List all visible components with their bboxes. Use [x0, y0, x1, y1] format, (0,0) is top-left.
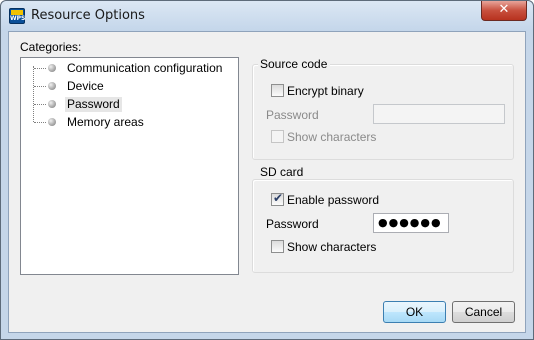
tree-item-memory-areas[interactable]: Memory areas	[21, 114, 238, 132]
title-bar[interactable]: WPS Resource Options ✕	[1, 1, 533, 31]
bullet-icon	[48, 100, 56, 108]
sd-show-characters-label: Show characters	[287, 240, 377, 254]
sd-card-group-title: SD card	[258, 165, 307, 179]
tree-item-device[interactable]: Device	[21, 78, 238, 96]
app-icon-text: WPS	[10, 15, 26, 22]
tree-item-label: Password	[65, 97, 122, 112]
tree-item-label: Memory areas	[67, 115, 144, 129]
close-button[interactable]: ✕	[481, 1, 527, 21]
dialog-client-area: Categories: Communication configuration …	[8, 31, 526, 333]
bullet-icon	[48, 118, 56, 126]
tree-branch-line	[34, 104, 46, 105]
enable-password-checkbox[interactable]: ✔	[271, 191, 284, 206]
window-title: Resource Options	[31, 8, 145, 23]
sd-password-label: Password	[266, 217, 319, 231]
tree-item-label: Device	[67, 79, 104, 93]
encrypt-binary-checkbox[interactable]	[271, 84, 284, 97]
sd-password-value: ●●●●●●	[378, 216, 442, 229]
check-icon: ✔	[273, 191, 284, 205]
tree-item-label: Communication configuration	[67, 61, 223, 75]
encrypt-binary-label: Encrypt binary	[287, 84, 364, 98]
source-password-label: Password	[266, 108, 319, 122]
close-icon: ✕	[498, 2, 510, 17]
app-icon: WPS	[9, 8, 25, 24]
tree-item-password[interactable]: Password	[21, 96, 238, 114]
tree-branch-line	[34, 122, 46, 123]
bullet-icon	[48, 82, 56, 90]
bullet-icon	[48, 64, 56, 72]
sd-show-characters-checkbox[interactable]	[271, 240, 284, 253]
source-code-group-title: Source code	[258, 57, 331, 71]
tree-branch-line	[34, 68, 46, 69]
cancel-button[interactable]: Cancel	[452, 301, 515, 323]
ok-button[interactable]: OK	[383, 301, 446, 323]
sd-password-field[interactable]: ●●●●●●	[373, 213, 449, 233]
resource-options-window: WPS Resource Options ✕ Categories: Commu…	[0, 0, 534, 340]
enable-password-label: Enable password	[287, 193, 380, 207]
tree-item-communication-configuration[interactable]: Communication configuration	[21, 60, 238, 78]
tree-branch-line	[34, 86, 46, 87]
source-show-characters-checkbox[interactable]	[271, 130, 284, 143]
source-password-field[interactable]	[373, 104, 505, 124]
categories-label: Categories:	[20, 40, 82, 54]
source-show-characters-label: Show characters	[287, 130, 377, 144]
categories-tree[interactable]: Communication configuration Device Passw…	[20, 57, 239, 275]
